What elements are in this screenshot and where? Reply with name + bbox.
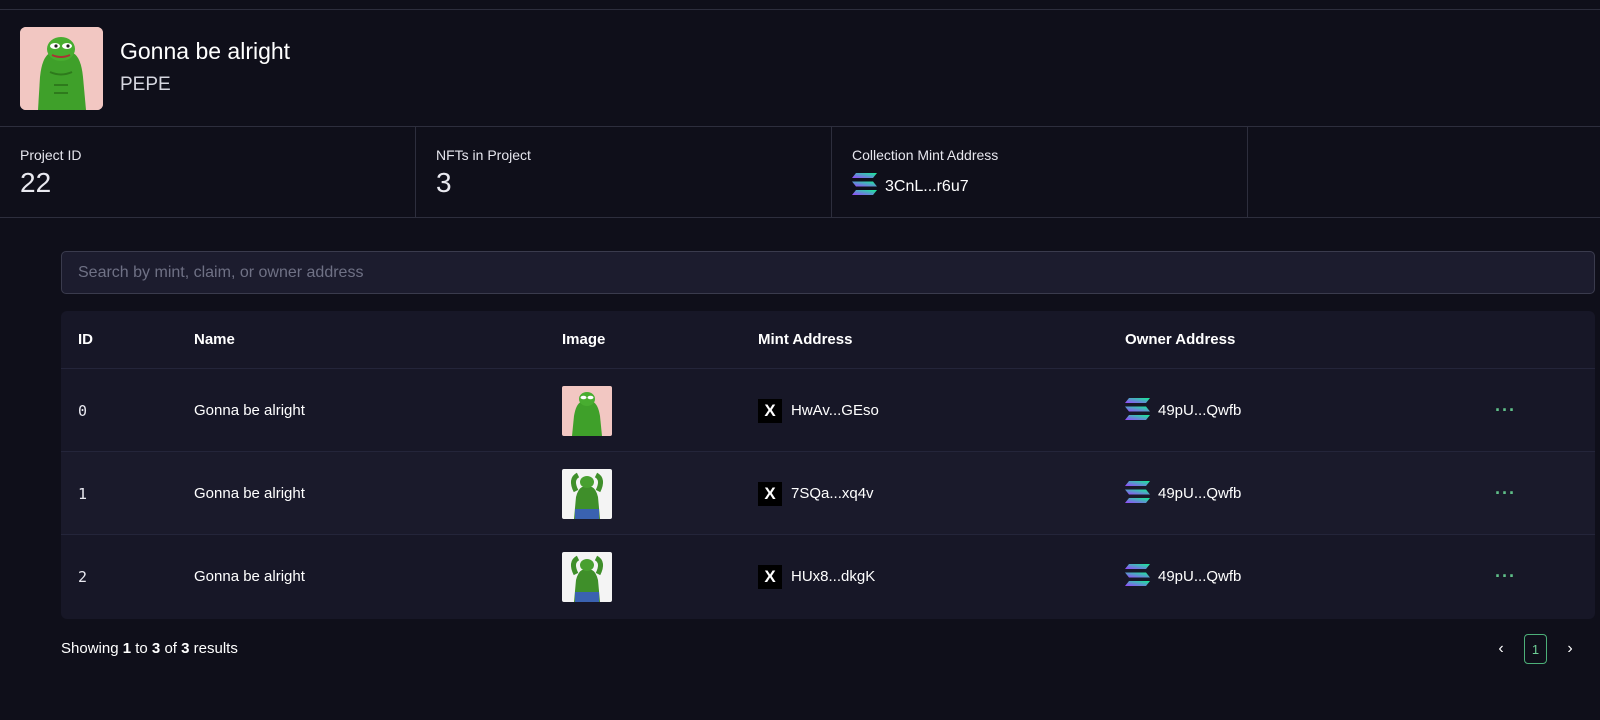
stat-collection-mint: Collection Mint Address 3CnL...r6u7 — [832, 127, 1248, 217]
project-symbol: PEPE — [120, 74, 171, 95]
column-header-id: ID — [78, 331, 93, 348]
column-header-image: Image — [562, 331, 606, 348]
column-header-name: Name — [194, 331, 235, 348]
owner-address: 49pU...Qwfb — [1158, 485, 1242, 502]
stat-nft-count: NFTs in Project 3 — [416, 127, 832, 217]
results-to: 3 — [151, 640, 161, 657]
row-actions-button[interactable]: ··· — [1495, 452, 1516, 535]
table-header: ID Name Image Mint Address Owner Address — [61, 311, 1595, 369]
showing-text: Showing — [61, 640, 119, 657]
solana-icon — [1125, 563, 1150, 590]
results-from: 1 — [122, 640, 132, 657]
to-text: to — [135, 640, 148, 657]
owner-address: 49pU...Qwfb — [1158, 402, 1242, 419]
solana-icon — [852, 173, 877, 200]
column-header-owner-address: Owner Address — [1125, 331, 1236, 348]
row-name: Gonna be alright — [194, 485, 305, 502]
more-options-icon: ··· — [1495, 566, 1516, 586]
row-id: 0 — [78, 401, 88, 420]
of-text: of — [164, 640, 177, 657]
table-row: 2 Gonna be alright X HUx8...dkgK 49pU...… — [61, 535, 1595, 618]
nft-thumbnail[interactable] — [562, 535, 612, 618]
x-icon: X — [758, 481, 782, 506]
mint-address: HUx8...dkgK — [791, 568, 876, 585]
row-actions-button[interactable]: ··· — [1495, 369, 1516, 452]
stat-value: 22 — [20, 167, 52, 198]
x-icon: X — [758, 564, 782, 589]
next-page-button[interactable]: › — [1563, 640, 1577, 658]
stat-label: Collection Mint Address — [852, 147, 999, 163]
nft-thumbnail[interactable] — [562, 452, 612, 535]
stat-label: Project ID — [20, 147, 82, 163]
row-name: Gonna be alright — [194, 568, 305, 585]
mint-address: 7SQa...xq4v — [791, 485, 874, 502]
collection-mint-address-link[interactable]: 3CnL...r6u7 — [852, 173, 969, 200]
results-total: 3 — [181, 640, 190, 657]
solana-icon — [1125, 480, 1150, 507]
stat-value: 3 — [436, 167, 452, 198]
stat-project-id: Project ID 22 — [0, 127, 416, 217]
page-button-1[interactable]: 1 — [1524, 634, 1547, 664]
nft-table: ID Name Image Mint Address Owner Address… — [61, 311, 1595, 619]
row-actions-button[interactable]: ··· — [1495, 535, 1516, 618]
owner-address: 49pU...Qwfb — [1158, 568, 1242, 585]
results-text: results — [193, 640, 238, 657]
mint-address-link[interactable]: X HUx8...dkgK — [758, 535, 875, 618]
more-options-icon: ··· — [1495, 400, 1516, 420]
stat-empty — [1248, 127, 1600, 217]
owner-address-link[interactable]: 49pU...Qwfb — [1125, 452, 1241, 535]
owner-address-link[interactable]: 49pU...Qwfb — [1125, 369, 1241, 452]
project-header: Gonna be alright PEPE — [0, 10, 1600, 126]
solana-icon — [1125, 397, 1150, 424]
project-title: Gonna be alright — [120, 38, 291, 64]
collection-mint-address: 3CnL...r6u7 — [885, 177, 969, 195]
column-header-mint-address: Mint Address — [758, 331, 853, 348]
search-input[interactable] — [61, 251, 1595, 294]
stat-label: NFTs in Project — [436, 147, 531, 163]
table-row: 0 Gonna be alright X HwAv...GEso 49pU...… — [61, 369, 1595, 452]
mint-address-link[interactable]: X 7SQa...xq4v — [758, 452, 874, 535]
project-stats: Project ID 22 NFTs in Project 3 Collecti… — [0, 126, 1600, 218]
table-row: 1 Gonna be alright X 7SQa...xq4v 49pU...… — [61, 452, 1595, 535]
project-avatar — [20, 27, 103, 110]
prev-page-button[interactable]: ‹ — [1494, 640, 1508, 658]
owner-address-link[interactable]: 49pU...Qwfb — [1125, 535, 1241, 618]
x-icon: X — [758, 398, 782, 423]
results-summary: Showing 1 to 3 of 3 results — [61, 640, 238, 657]
mint-address: HwAv...GEso — [791, 402, 879, 419]
row-name: Gonna be alright — [194, 402, 305, 419]
row-id: 1 — [78, 484, 88, 503]
row-id: 2 — [78, 567, 88, 586]
pagination: ‹ 1 › — [1494, 634, 1577, 664]
mint-address-link[interactable]: X HwAv...GEso — [758, 369, 879, 452]
nft-thumbnail[interactable] — [562, 369, 612, 452]
more-options-icon: ··· — [1495, 483, 1516, 503]
